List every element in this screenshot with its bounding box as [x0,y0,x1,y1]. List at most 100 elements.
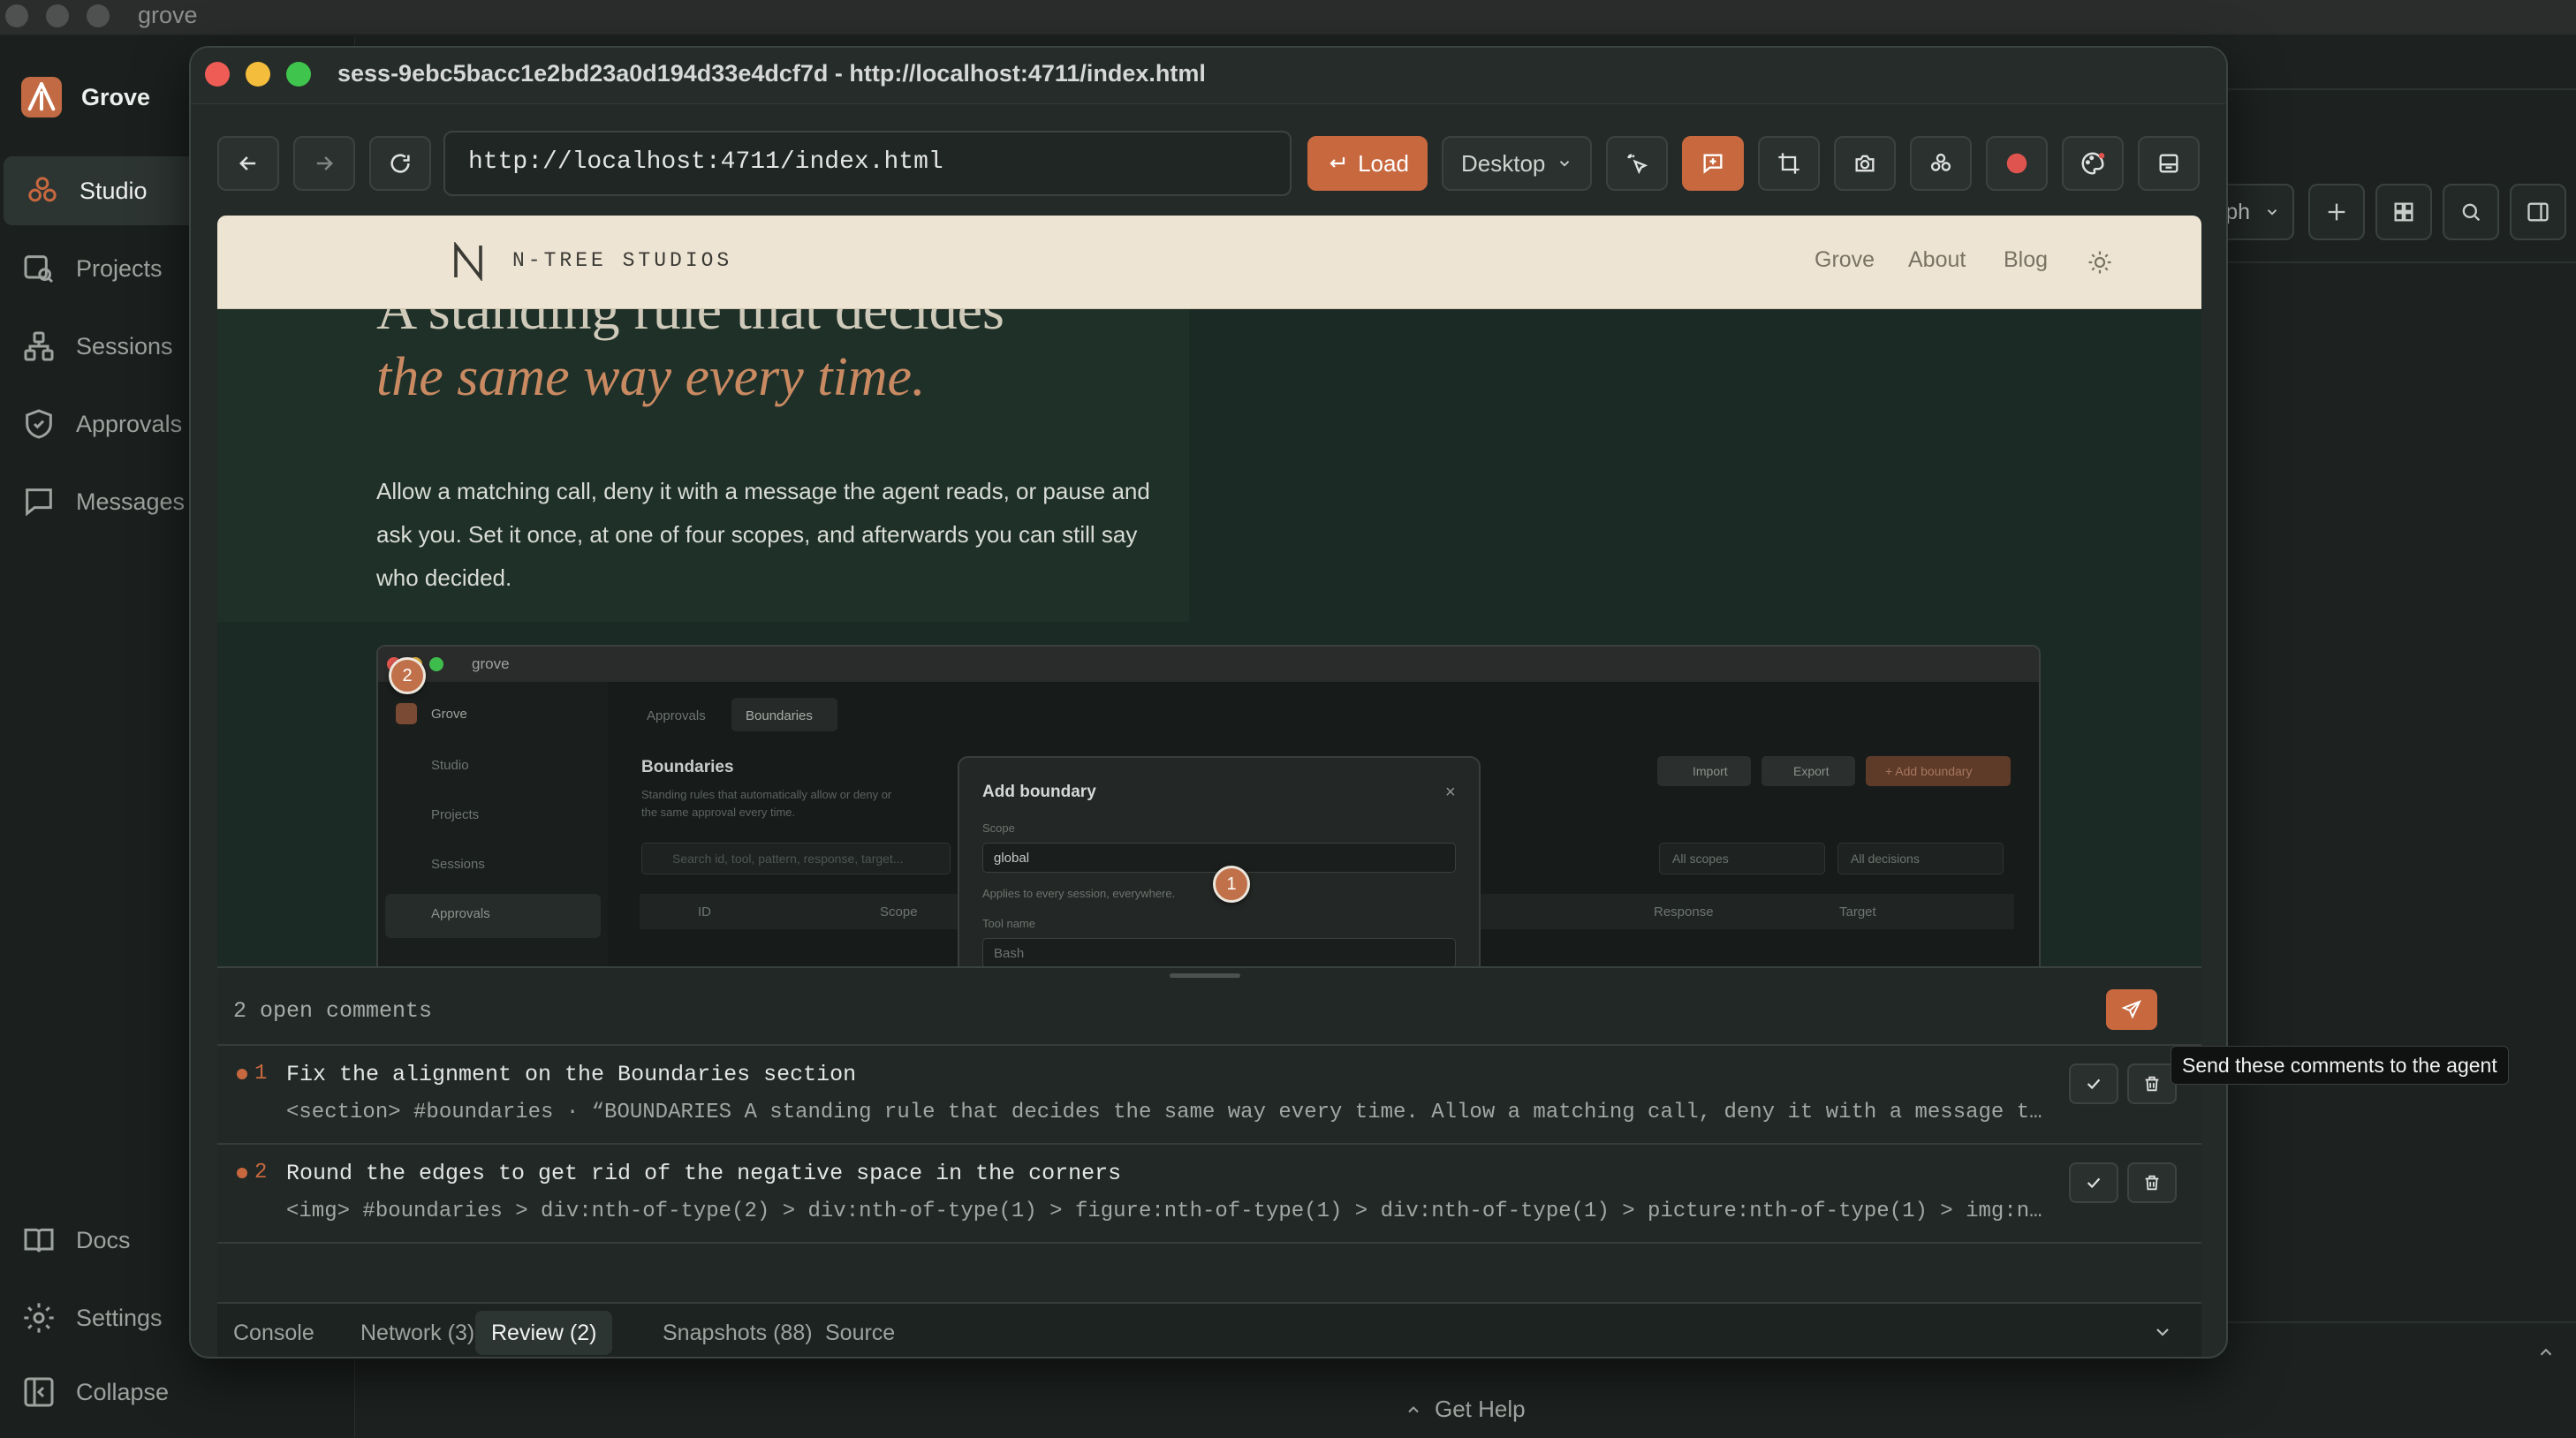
screenshot-search: Search id, tool, pattern, response, targ… [641,843,951,874]
app-screenshot-image[interactable]: grove Grove Studio Projects Sessions App… [376,645,2041,966]
panel-toggle-button[interactable] [2510,184,2566,240]
modal-scope-help: Applies to every session, everywhere. [982,887,1176,900]
open-comments-count: 2 open comments [233,998,433,1024]
url-input[interactable]: http://localhost:4711/index.html [443,131,1292,196]
sidebar-item-collapse[interactable]: Collapse [0,1358,212,1427]
view-select-value: ph [2225,199,2250,224]
search-icon [2459,200,2483,224]
theme-palette-button[interactable] [2062,136,2124,191]
modal-title: Add boundary [982,783,1096,801]
search-button[interactable] [2443,184,2499,240]
os-minimize-dot[interactable] [46,4,69,27]
os-zoom-dot[interactable] [87,4,110,27]
get-help-button[interactable]: Get Help [1405,1396,1526,1423]
screenshot-brand: Grove [431,707,467,722]
comment-text: Round the edges to get rid of the negati… [286,1161,1122,1186]
comment-pin-2[interactable]: 2 [389,657,426,694]
tab-source[interactable]: Source [809,1311,911,1355]
close-icon: × [1445,783,1456,802]
get-help-label: Get Help [1435,1396,1526,1422]
resolve-button[interactable] [2069,1063,2118,1104]
tab-console[interactable]: Console [217,1311,330,1355]
grid-view-button[interactable] [2375,184,2432,240]
nav-link-about[interactable]: About [1908,247,1966,273]
n-tree-logo-icon[interactable] [451,242,486,281]
comment-row[interactable]: 1 Fix the alignment on the Boundaries se… [217,1044,2201,1143]
review-panel: 2 open comments 1 Fix the alignment on t… [217,966,2201,1302]
screenshot-button[interactable] [1834,136,1896,191]
screenshot-sidebar: Grove Studio Projects Sessions Approvals [378,682,608,966]
sidebar-item-studio[interactable]: Studio [4,156,212,225]
os-app-title: grove [138,2,198,28]
screenshot-nav-projects: Projects [431,807,480,822]
message-icon [21,484,57,519]
site-brand[interactable]: N-TREE STUDIOS [512,249,732,272]
send-comments-button[interactable] [2106,989,2157,1030]
window-zoom-button[interactable] [286,62,311,87]
sidebar-item-settings[interactable]: Settings [0,1283,212,1352]
comment-mode-button[interactable] [1682,136,1744,191]
sidebar-brand[interactable]: Grove [0,63,212,132]
modal-tool-input: Bash [982,938,1456,966]
tab-snapshots[interactable]: Snapshots (88) [647,1311,829,1355]
nav-link-blog[interactable]: Blog [2004,247,2048,273]
grid-icon [2391,200,2416,224]
modal-scope-select: global [982,843,1456,873]
crop-button[interactable] [1758,136,1820,191]
window-close-button[interactable] [205,62,230,87]
shield-icon [21,406,57,442]
screenshot-app-title: grove [472,655,510,672]
resolve-button[interactable] [2069,1162,2118,1203]
sidebar-item-label: Projects [76,254,163,282]
comment-row[interactable]: 2 Round the edges to get rid of the nega… [217,1143,2201,1242]
device-select[interactable]: Desktop [1442,136,1592,191]
sidebar-item-messages[interactable]: Messages [0,467,212,536]
send-icon [2121,999,2142,1020]
sidebar-item-projects[interactable]: Projects [0,234,212,303]
sidebar-brand-label: Grove [81,83,151,110]
tab-review[interactable]: Review (2) [475,1311,613,1355]
window-title-bar: sess-9ebc5bacc1e2bd23a0d194d33e4dcf7d - … [191,48,2226,104]
panel-layout-button[interactable] [2138,136,2200,191]
chevron-up-icon[interactable] [2536,1343,2556,1362]
comment-pin-1[interactable]: 1 [1213,866,1250,903]
hero-body: Allow a matching call, deny it with a me… [376,478,1150,591]
device-select-value: Desktop [1461,149,1546,177]
add-button[interactable] [2308,184,2365,240]
window-minimize-button[interactable] [246,62,270,87]
nav-link-grove[interactable]: Grove [1815,247,1875,273]
crop-icon [1777,151,1801,176]
tab-network[interactable]: Network (3) [345,1311,490,1355]
components-button[interactable] [1910,136,1972,191]
record-button[interactable] [1986,136,2048,191]
os-close-dot[interactable] [5,4,28,27]
screenshot-nav-studio: Studio [431,758,469,773]
site-navbar: N-TREE STUDIOS Grove About Blog [217,216,2201,309]
hero-heading-italic: the same way every time. [376,347,926,407]
comment-selector: <img> #boundaries > div:nth-of-type(2) >… [286,1200,2042,1223]
back-button[interactable] [217,136,279,191]
sidebar-item-docs[interactable]: Docs [0,1206,212,1275]
sidebar-item-label: Collapse [76,1378,170,1405]
sun-icon[interactable] [2087,249,2113,276]
load-button[interactable]: Load [1307,136,1428,191]
screenshot-add-boundary: + Add boundary [1866,756,2011,786]
forward-button[interactable] [293,136,355,191]
page-preview: A standing rule that decides N-TREE STUD… [217,216,2201,966]
sidebar-item-label: Docs [76,1226,131,1253]
screenshot-nav-sessions: Sessions [431,857,485,872]
window-title: sess-9ebc5bacc1e2bd23a0d194d33e4dcf7d - … [337,60,1206,87]
resize-handle[interactable] [1170,973,1240,978]
delete-button[interactable] [2127,1162,2177,1203]
inspect-element-button[interactable] [1606,136,1668,191]
sidebar-item-approvals[interactable]: Approvals [0,390,212,458]
plus-icon [2324,200,2349,224]
sidebar-item-label: Studio [80,177,148,204]
chevron-down-icon[interactable] [2152,1321,2173,1343]
comment-text: Fix the alignment on the Boundaries sect… [286,1062,857,1087]
reload-button[interactable] [369,136,431,191]
palette-icon [2080,150,2106,177]
sidebar-item-sessions[interactable]: Sessions [0,312,212,381]
delete-button[interactable] [2127,1063,2177,1104]
browser-window: sess-9ebc5bacc1e2bd23a0d194d33e4dcf7d - … [189,46,2228,1359]
